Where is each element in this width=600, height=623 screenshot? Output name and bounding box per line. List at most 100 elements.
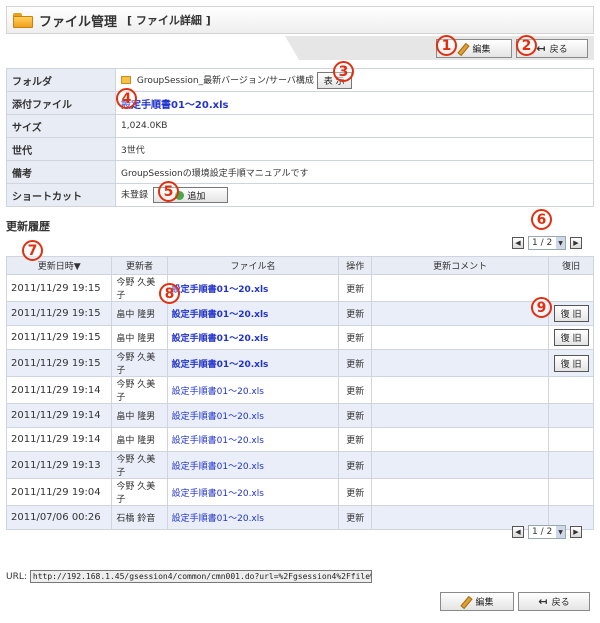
row-user: 今野 久美子 [111, 349, 168, 377]
back-arrow-icon: ↤ [536, 42, 546, 55]
table-row: 2011/11/29 19:15 今野 久美子 設定手順書01～20.xls 更新 [5, 274, 594, 302]
prev-page-icon[interactable]: ◀ [512, 237, 524, 249]
row-file-cell: 設定手順書01～20.xls [166, 478, 340, 506]
row-op: 更新 [338, 427, 373, 452]
prev-page-icon[interactable]: ◀ [512, 526, 524, 538]
history-table: 更新日時▼ 更新者 ファイル名 操作 更新コメント 復旧 2011/11/29 … [5, 256, 594, 530]
restore-button[interactable]: 復 旧 [553, 329, 589, 346]
row-user: 畠中 隆男 [111, 403, 168, 428]
row-date: 2011/11/29 19:04 [5, 478, 113, 506]
table-row: 2011/11/29 19:14 今野 久美子 設定手順書01～20.xls 更新 [5, 376, 594, 404]
row-file-link[interactable]: 設定手順書01～20.xls [172, 489, 264, 499]
row-restore-cell: 復 旧 [548, 325, 594, 350]
restore-button[interactable]: 復 旧 [553, 305, 589, 322]
table-row: 2011/11/29 19:14 畠中 隆男 設定手順書01～20.xls 更新 [5, 403, 594, 428]
col-op: 操作 [338, 256, 373, 275]
row-comment [371, 376, 550, 404]
row-file-link[interactable]: 設定手順書01～20.xls [172, 387, 264, 397]
row-file-link[interactable]: 設定手順書01～20.xls [172, 285, 269, 295]
file-info-table: フォルダ GroupSession_最新バージョン/サーバ構成 表 示 添付ファ… [6, 68, 594, 207]
back-button-bottom[interactable]: ↤ 戻る [518, 592, 590, 611]
pencil-icon [457, 43, 468, 54]
row-op: 更新 [338, 505, 373, 530]
pencil-icon [460, 596, 471, 607]
row-comment [371, 325, 550, 350]
back-button-label: 戻る [551, 598, 570, 608]
row-file-cell: 設定手順書01～20.xls [166, 427, 340, 452]
row-comment [371, 451, 550, 479]
row-date: 2011/11/29 19:15 [5, 274, 113, 302]
col-file: ファイル名 [166, 256, 340, 275]
row-file-cell: 設定手順書01～20.xls [166, 349, 340, 377]
row-file-link[interactable]: 設定手順書01～20.xls [172, 334, 269, 344]
note-value: GroupSessionの環境設定手順マニュアルです [115, 160, 594, 184]
attachment-file-link[interactable]: 設定手順書01～20.xls [121, 100, 228, 111]
row-file-cell: 設定手順書01～20.xls [166, 505, 340, 530]
table-row: 2011/11/29 19:14 畠中 隆男 設定手順書01～20.xls 更新 [5, 427, 594, 452]
page-select-top[interactable]: 1 / 2 ▼ [528, 236, 566, 250]
chevron-down-icon: ▼ [556, 526, 565, 538]
row-file-link[interactable]: 設定手順書01～20.xls [172, 514, 264, 524]
page-header: ファイル管理 [ ファイル詳細 ] [6, 6, 594, 34]
folder-value-cell: GroupSession_最新バージョン/サーバ構成 表 示 [115, 68, 594, 92]
row-op: 更新 [338, 349, 373, 377]
row-date: 2011/07/06 00:26 [5, 505, 113, 530]
edit-button-bottom[interactable]: 編集 [440, 592, 514, 611]
row-restore-cell: 復 旧 [548, 301, 594, 326]
row-restore-cell [548, 274, 594, 302]
edit-button-label: 編集 [472, 45, 491, 55]
col-date[interactable]: 更新日時▼ [5, 256, 113, 275]
table-row: 2011/11/29 19:13 今野 久美子 設定手順書01～20.xls 更新 [5, 451, 594, 479]
marker-5: 5 [158, 181, 179, 202]
table-row: 2011/11/29 19:15 畠中 隆男 設定手順書01～20.xls 更新 復 旧 [5, 325, 594, 350]
row-file-link[interactable]: 設定手順書01～20.xls [172, 310, 269, 320]
url-field[interactable]: http://192.168.1.45/gsession4/common/cmn… [29, 570, 372, 583]
row-file-link[interactable]: 設定手順書01～20.xls [172, 462, 264, 472]
page-select-value: 1 / 2 [532, 527, 553, 537]
row-restore-cell [548, 478, 594, 506]
table-row: 2011/11/29 19:04 今野 久美子 設定手順書01～20.xls 更新 [5, 478, 594, 506]
row-date: 2011/11/29 19:14 [5, 403, 113, 428]
restore-button[interactable]: 復 旧 [553, 354, 589, 372]
row-restore-cell [548, 403, 594, 428]
row-comment [371, 478, 550, 506]
row-user: 今野 久美子 [111, 376, 168, 404]
pager-top: ◀ 1 / 2 ▼ ▶ [512, 236, 582, 250]
marker-7: 7 [22, 240, 43, 261]
row-op: 更新 [338, 376, 373, 404]
row-comment [371, 274, 550, 302]
row-file-link[interactable]: 設定手順書01～20.xls [172, 412, 264, 422]
row-restore-cell [548, 451, 594, 479]
row-date: 2011/11/29 19:14 [5, 376, 113, 404]
row-restore-cell [548, 376, 594, 404]
edit-button-label: 編集 [475, 598, 494, 608]
row-file-link[interactable]: 設定手順書01～20.xls [172, 360, 269, 370]
back-arrow-icon: ↤ [538, 595, 548, 608]
back-button-label: 戻る [549, 45, 568, 55]
history-title: 更新履歴 [6, 220, 50, 233]
table-row: 2011/11/29 19:15 畠中 隆男 設定手順書01～20.xls 更新 復 旧 [5, 301, 594, 326]
row-file-link[interactable]: 設定手順書01～20.xls [172, 436, 264, 446]
row-comment [371, 301, 550, 326]
row-date: 2011/11/29 19:13 [5, 451, 113, 479]
next-page-icon[interactable]: ▶ [570, 237, 582, 249]
note-label: 備考 [6, 160, 116, 184]
page-subtitle: [ ファイル詳細 ] [127, 14, 211, 27]
shortcut-status: 未登録 [121, 190, 149, 201]
attachment-label: 添付ファイル [6, 91, 116, 115]
page-select-bottom[interactable]: 1 / 2 ▼ [528, 525, 566, 539]
next-page-icon[interactable]: ▶ [570, 526, 582, 538]
col-restore: 復旧 [548, 256, 594, 275]
row-date: 2011/11/29 19:15 [5, 325, 113, 350]
marker-4: 4 [116, 88, 137, 109]
size-value: 1,024.0KB [115, 114, 594, 138]
url-label: URL: [6, 571, 27, 582]
row-comment [371, 349, 550, 377]
chevron-down-icon: ▼ [556, 237, 565, 249]
page-title: ファイル管理 [39, 14, 118, 30]
folder-path: GroupSession_最新バージョン/サーバ構成 [136, 75, 314, 86]
small-folder-icon [121, 76, 131, 84]
row-date: 2011/11/29 19:14 [5, 427, 113, 452]
row-op: 更新 [338, 478, 373, 506]
row-op: 更新 [338, 403, 373, 428]
